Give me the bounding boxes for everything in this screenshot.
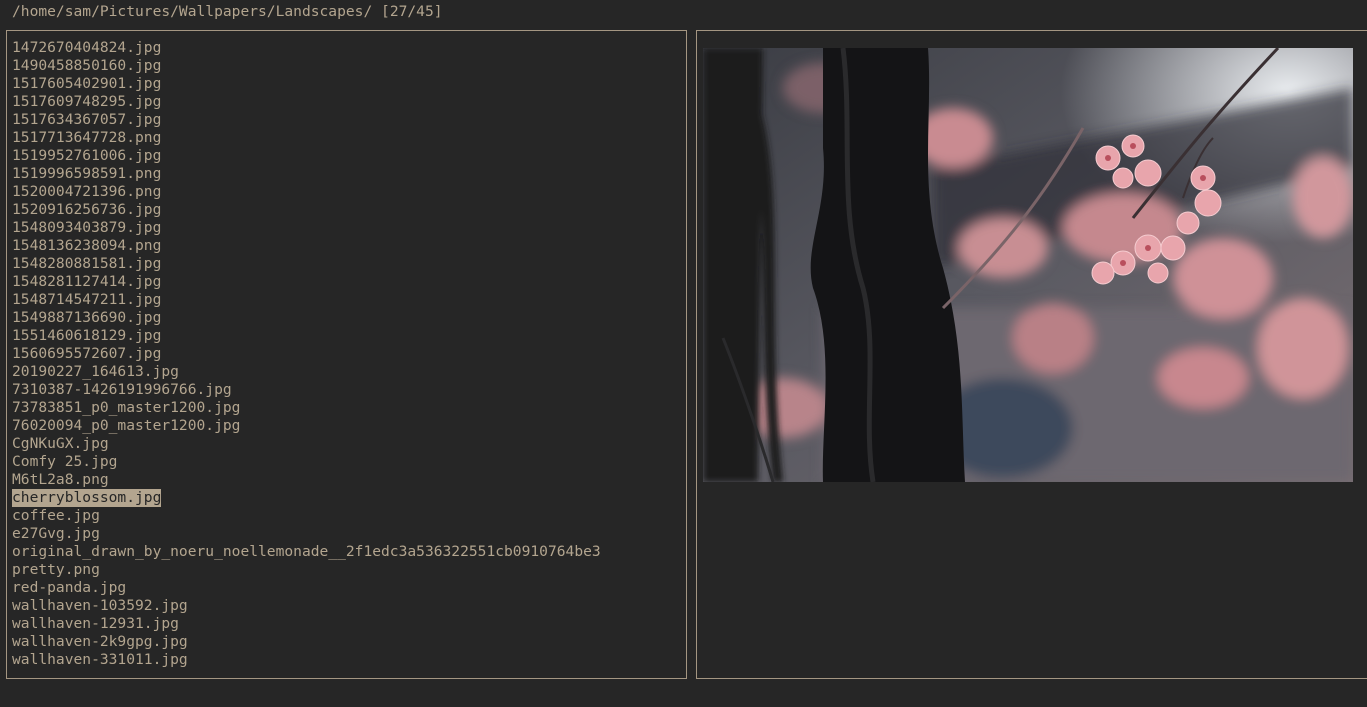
file-name: 1549887136690.jpg [12, 309, 162, 326]
file-item[interactable]: wallhaven-103592.jpg [12, 597, 601, 615]
file-name: 1517713647728.png [12, 129, 162, 146]
file-name: 1520916256736.jpg [12, 201, 162, 218]
file-item[interactable]: CgNKuGX.jpg [12, 435, 601, 453]
file-name: 1517605402901.jpg [12, 75, 162, 92]
file-name: 73783851_p0_master1200.jpg [12, 399, 241, 416]
file-name: 1551460618129.jpg [12, 327, 162, 344]
file-name: 1519952761006.jpg [12, 147, 162, 164]
file-item[interactable]: 1519952761006.jpg [12, 147, 601, 165]
file-item[interactable]: 76020094_p0_master1200.jpg [12, 417, 601, 435]
file-item[interactable]: 1520004721396.png [12, 183, 601, 201]
file-position: [27/45] [381, 3, 443, 20]
file-name: M6tL2a8.png [12, 471, 109, 488]
file-item[interactable]: 20190227_164613.jpg [12, 363, 601, 381]
file-name: wallhaven-331011.jpg [12, 651, 188, 668]
file-name: 1520004721396.png [12, 183, 162, 200]
file-name: e27Gvg.jpg [12, 525, 100, 542]
file-item[interactable]: original_drawn_by_noeru_noellemonade__2f… [12, 543, 601, 561]
file-name: 1548280881581.jpg [12, 255, 162, 272]
file-name: coffee.jpg [12, 507, 100, 524]
current-path: /home/sam/Pictures/Wallpapers/Landscapes… [12, 3, 373, 20]
file-item[interactable]: 7310387-1426191996766.jpg [12, 381, 601, 399]
file-item[interactable]: 1551460618129.jpg [12, 327, 601, 345]
file-item[interactable]: 1548714547211.jpg [12, 291, 601, 309]
file-item[interactable]: 1548280881581.jpg [12, 255, 601, 273]
file-item[interactable]: 1520916256736.jpg [12, 201, 601, 219]
file-name: wallhaven-103592.jpg [12, 597, 188, 614]
file-item[interactable]: wallhaven-2k9gpg.jpg [12, 633, 601, 651]
file-item[interactable]: 1549887136690.jpg [12, 309, 601, 327]
file-item[interactable]: wallhaven-12931.jpg [12, 615, 601, 633]
image-preview [703, 48, 1353, 482]
file-item[interactable]: coffee.jpg [12, 507, 601, 525]
file-item[interactable]: 1517713647728.png [12, 129, 601, 147]
file-item[interactable]: 1548136238094.png [12, 237, 601, 255]
file-item[interactable]: Comfy 25.jpg [12, 453, 601, 471]
file-item[interactable]: 1560695572607.jpg [12, 345, 601, 363]
file-name: cherryblossom.jpg [12, 489, 162, 507]
file-item[interactable]: e27Gvg.jpg [12, 525, 601, 543]
file-name: red-panda.jpg [12, 579, 127, 596]
file-name: 1548136238094.png [12, 237, 162, 254]
file-item[interactable]: 1517605402901.jpg [12, 75, 601, 93]
file-name: 76020094_p0_master1200.jpg [12, 417, 241, 434]
file-item[interactable]: 1472670404824.jpg [12, 39, 601, 57]
file-name: 1548281127414.jpg [12, 273, 162, 290]
file-item[interactable]: M6tL2a8.png [12, 471, 601, 489]
file-name: Comfy 25.jpg [12, 453, 118, 470]
cherry-blossom-photo [703, 48, 1353, 482]
file-name: wallhaven-2k9gpg.jpg [12, 633, 188, 650]
file-name: 1517609748295.jpg [12, 93, 162, 110]
file-name: pretty.png [12, 561, 100, 578]
file-item[interactable]: 1517634367057.jpg [12, 111, 601, 129]
file-name: 1548714547211.jpg [12, 291, 162, 308]
file-name: 1517634367057.jpg [12, 111, 162, 128]
preview-pane [696, 30, 1367, 679]
file-name: CgNKuGX.jpg [12, 435, 109, 452]
path-bar: /home/sam/Pictures/Wallpapers/Landscapes… [12, 3, 443, 21]
file-name: 7310387-1426191996766.jpg [12, 381, 232, 398]
file-name: 1548093403879.jpg [12, 219, 162, 236]
file-item[interactable]: 1548093403879.jpg [12, 219, 601, 237]
file-item-selected[interactable]: cherryblossom.jpg [12, 489, 601, 507]
file-item[interactable]: 1517609748295.jpg [12, 93, 601, 111]
file-item[interactable]: pretty.png [12, 561, 601, 579]
file-item[interactable]: 1548281127414.jpg [12, 273, 601, 291]
file-item[interactable]: wallhaven-331011.jpg [12, 651, 601, 669]
file-name: 1560695572607.jpg [12, 345, 162, 362]
file-name: 1490458850160.jpg [12, 57, 162, 74]
file-item[interactable]: 1490458850160.jpg [12, 57, 601, 75]
file-list-pane[interactable]: 1472670404824.jpg 1490458850160.jpg 151760… [6, 30, 687, 679]
file-item[interactable]: red-panda.jpg [12, 579, 601, 597]
file-name: original_drawn_by_noeru_noellemonade__2f… [12, 543, 601, 560]
file-name: wallhaven-12931.jpg [12, 615, 179, 632]
file-item[interactable]: 1519996598591.png [12, 165, 601, 183]
file-item[interactable]: 73783851_p0_master1200.jpg [12, 399, 601, 417]
file-name: 1519996598591.png [12, 165, 162, 182]
file-list[interactable]: 1472670404824.jpg 1490458850160.jpg 151760… [12, 39, 601, 669]
file-name: 20190227_164613.jpg [12, 363, 179, 380]
file-name: 1472670404824.jpg [12, 39, 162, 56]
